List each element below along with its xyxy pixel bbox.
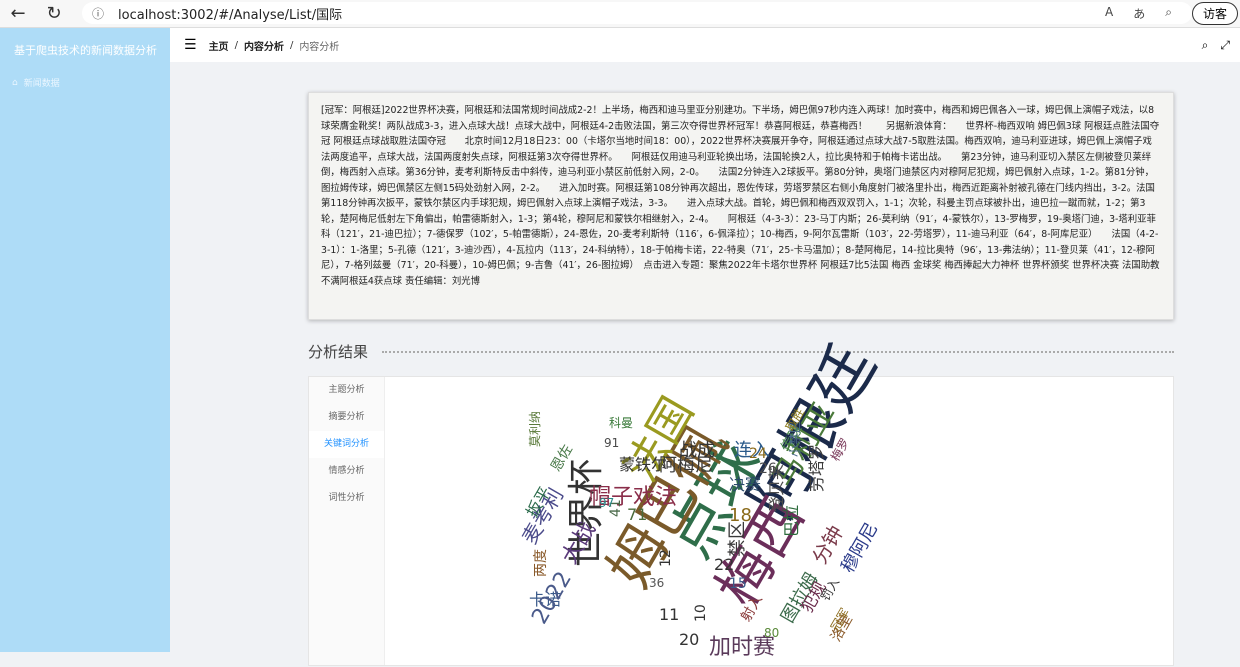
tab-keyword[interactable]: 关键词分析 [309,431,384,458]
sidebar-item-news-data[interactable]: ⌂ 新闻数据 [0,66,170,90]
keyword-wordcloud: 阿根廷 点球 姆巴佩 梅西 法国 世界杯 马利亚 帽子戏法 大战 阿梅尼 战成 连入 决赛 麦考利 蒙铁尔卡… [509,333,890,667]
tab-summary[interactable]: 摘要分析 [309,404,384,431]
back-icon[interactable]: ← [0,3,36,24]
wordcloud-word: 巴拉 [782,504,801,537]
address-bar[interactable]: ⓘ localhost:3002/#/Analyse/List/国际 A あ ⌕ [82,2,1192,24]
wordcloud-word: 97 [599,496,615,510]
analysis-panel: 主题分析 摘要分析 关键词分析 情感分析 词性分析 阿根廷 点球 姆巴佩 梅西 法国 世界… [308,333,1174,667]
wordcloud-word: 24 [749,446,767,462]
wordcloud-word: 加时赛 [709,635,776,660]
wordcloud-word: 18 [729,505,752,526]
wordcloud-word: 10 [693,604,709,622]
section-header: 分析结果 [308,341,1174,362]
home-icon: ⌂ [12,77,18,88]
wordcloud-word: 蒙铁尔 [619,455,668,474]
zoom-icon[interactable]: ⌕ [1165,5,1172,22]
app-title: 基于爬虫技术的新闻数据分析 [14,44,157,57]
browser-toolbar: ← ↻ ⓘ localhost:3002/#/Analyse/List/国际 A… [0,0,1240,28]
menu-toggle-icon[interactable]: ☰ [184,37,197,53]
wordcloud-word: 劳塔罗 [807,443,826,492]
wordcloud-word: 莫利纳 [528,410,542,447]
top-bar: ☰ 主页 / 内容分析 / 内容分析 ⌕ ⤢ [170,28,1240,62]
reload-icon[interactable]: ↻ [36,3,72,24]
sidebar-item-label: 新闻数据 [23,79,60,89]
wordcloud-word: 战成 [679,440,715,461]
wordcloud-word: 15 [729,576,747,592]
search-icon[interactable]: ⌕ [1202,38,1209,53]
article-text: [冠军：阿根廷]2022世界杯决赛，阿根廷和法国常规时间战成2-2！上半场，梅西… [308,92,1174,320]
section-title: 分析结果 [308,343,369,361]
info-icon: ⓘ [92,6,105,21]
wordcloud-word: 科曼 [609,416,634,430]
wordcloud-word: 71 [627,505,648,524]
divider [382,350,1174,353]
wordcloud-word: 两度 [533,549,549,577]
wordcloud-word: 2022 [527,567,577,629]
wordcloud-word: 决赛 [729,475,762,494]
wordcloud-word: 26 [759,461,777,477]
wordcloud-word: 22 [714,555,735,574]
tab-topic[interactable]: 主题分析 [309,377,384,404]
sidebar: 基于爬虫技术的新闻数据分析 ⌂ 新闻数据 [0,28,170,652]
wordcloud-word: 80 [764,626,780,640]
wordcloud-word: 91 [604,436,620,450]
tab-sentiment[interactable]: 情感分析 [309,458,384,485]
breadcrumb-content-analysis[interactable]: 内容分析 [244,38,284,53]
guest-profile-button[interactable]: 访客 [1191,2,1238,25]
analysis-tabs: 主题分析 摘要分析 关键词分析 情感分析 词性分析 [309,377,385,665]
translate-icon[interactable]: あ [1133,5,1145,22]
breadcrumb-home[interactable]: 主页 [209,38,229,53]
wordcloud-word: 12 [658,549,674,567]
wordcloud-word: 罚入 [818,575,843,604]
wordcloud-word: 穆阿尼 [837,519,883,577]
fullscreen-icon[interactable]: ⤢ [1220,38,1230,53]
url-text: localhost:3002/#/Analyse/List/国际 [118,7,343,23]
read-aloud-icon[interactable]: A [1105,5,1113,22]
wordcloud-word: 20 [679,630,700,649]
wordcloud-word: 36 [649,576,665,590]
wordcloud-word: 11 [659,605,680,624]
tab-pos[interactable]: 词性分析 [309,485,384,512]
breadcrumb-current: 内容分析 [299,41,340,53]
wordcloud-word: 禁区 [727,521,748,557]
